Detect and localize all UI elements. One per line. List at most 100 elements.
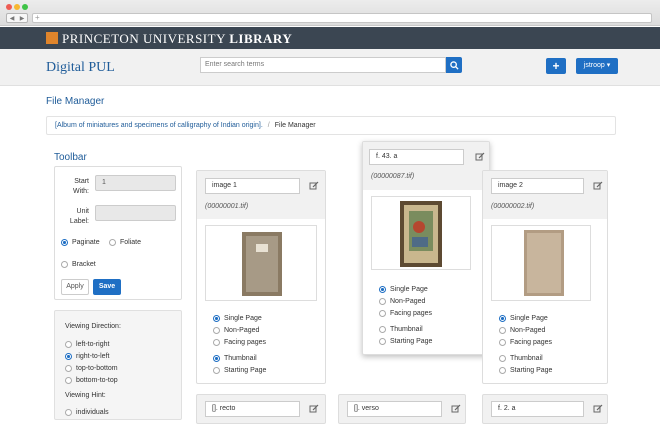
page-label-input[interactable]: image 2 — [491, 178, 584, 194]
hint-facing-option[interactable]: Facing pages — [499, 339, 552, 346]
hint-radio[interactable] — [65, 409, 72, 416]
page-label-input[interactable]: []. verso — [347, 401, 442, 417]
direction-option[interactable]: top-to-bottom — [65, 365, 118, 372]
file-name: (00000002.tif) — [491, 203, 535, 210]
starting-page-radio[interactable] — [379, 338, 386, 345]
foliate-radio[interactable] — [109, 239, 116, 246]
file-name: (00000001.tif) — [205, 203, 249, 210]
non-paged-radio[interactable] — [213, 327, 220, 334]
page-label-input[interactable]: f. 43. a — [369, 149, 464, 165]
save-button[interactable]: Save — [93, 279, 121, 295]
thumbnail-radio[interactable] — [213, 355, 220, 362]
direction-radio[interactable] — [65, 377, 72, 384]
hint-nonpaged-option[interactable]: Non-Paged — [499, 327, 545, 334]
bracket-checkbox[interactable] — [61, 261, 68, 268]
page-label-input[interactable]: f. 2. a — [491, 401, 584, 417]
thumbnail-radio[interactable] — [499, 355, 506, 362]
file-card[interactable]: []. recto — [196, 394, 326, 424]
edit-icon[interactable] — [593, 181, 603, 191]
facing-pages-label: Facing pages — [390, 310, 433, 317]
direction-option[interactable]: right-to-left — [65, 353, 109, 360]
site-title[interactable]: Digital PUL — [46, 60, 115, 76]
starting-page-option[interactable]: Starting Page — [499, 367, 552, 374]
direction-radio[interactable] — [65, 341, 72, 348]
single-page-radio[interactable] — [499, 315, 506, 322]
hint-single-option[interactable]: Single Page — [213, 315, 262, 322]
paginate-option[interactable]: Paginate — [61, 239, 100, 246]
starting-page-radio[interactable] — [499, 367, 506, 374]
foliate-option[interactable]: Foliate — [109, 239, 141, 246]
paginate-radio[interactable] — [61, 239, 68, 246]
single-page-label: Single Page — [224, 315, 262, 322]
non-paged-radio[interactable] — [499, 327, 506, 334]
single-page-radio[interactable] — [379, 286, 386, 293]
single-page-radio[interactable] — [213, 315, 220, 322]
thumbnail-frame[interactable] — [205, 225, 317, 301]
unit-label-field[interactable] — [95, 205, 176, 221]
edit-icon[interactable] — [475, 152, 485, 162]
toolbar-panel: Start With: 1 Unit Label: Paginate Folia… — [54, 166, 182, 300]
breadcrumb-parent-link[interactable]: [Album of miniatures and specimens of ca… — [55, 122, 263, 129]
starting-page-radio[interactable] — [213, 367, 220, 374]
edit-icon[interactable] — [451, 404, 461, 414]
direction-radio[interactable] — [65, 353, 72, 360]
direction-option[interactable]: bottom-to-top — [65, 377, 118, 384]
facing-pages-radio[interactable] — [379, 310, 386, 317]
viewing-direction-title: Viewing Direction: — [65, 323, 121, 330]
start-with-field[interactable]: 1 — [95, 175, 176, 191]
hint-single-option[interactable]: Single Page — [499, 315, 548, 322]
minimize-window-icon[interactable] — [14, 4, 20, 10]
single-page-label: Single Page — [510, 315, 548, 322]
thumbnail-image[interactable] — [492, 226, 592, 302]
edit-icon[interactable] — [309, 181, 319, 191]
page-label-input[interactable]: []. recto — [205, 401, 300, 417]
back-arrow-icon[interactable]: ◀ — [10, 15, 15, 22]
thumbnail-image[interactable] — [206, 226, 318, 302]
direction-option[interactable]: left-to-right — [65, 341, 109, 348]
direction-label: left-to-right — [76, 341, 110, 348]
file-card[interactable]: []. verso — [338, 394, 466, 424]
thumbnail-image[interactable] — [372, 197, 472, 271]
thumbnail-option[interactable]: Thumbnail — [379, 326, 423, 333]
facing-pages-radio[interactable] — [213, 339, 220, 346]
hint-facing-option[interactable]: Facing pages — [379, 310, 432, 317]
address-bar[interactable]: + — [32, 13, 652, 23]
search-button[interactable] — [446, 57, 462, 73]
page-label-input[interactable]: image 1 — [205, 178, 300, 194]
direction-radio[interactable] — [65, 365, 72, 372]
apply-button[interactable]: Apply — [61, 279, 89, 295]
file-card[interactable]: f. 43. a (00000087.tif) Single Page Non-… — [362, 141, 490, 355]
hint-option[interactable]: individuals — [65, 409, 109, 416]
add-button[interactable]: + — [546, 58, 566, 74]
non-paged-radio[interactable] — [379, 298, 386, 305]
file-card[interactable]: image 2 (00000002.tif) Single Page Non-P… — [482, 170, 608, 384]
breadcrumb-separator: / — [267, 122, 270, 129]
thumbnail-option[interactable]: Thumbnail — [213, 355, 257, 362]
thumbnail-radio[interactable] — [379, 326, 386, 333]
thumbnail-frame[interactable] — [491, 225, 591, 301]
thumbnail-label: Thumbnail — [510, 355, 543, 362]
facing-pages-radio[interactable] — [499, 339, 506, 346]
file-card[interactable]: f. 2. a — [482, 394, 608, 424]
close-window-icon[interactable] — [6, 4, 12, 10]
bracket-option[interactable]: Bracket — [61, 261, 96, 268]
thumbnail-label: Thumbnail — [390, 326, 423, 333]
forward-arrow-icon[interactable]: ▶ — [20, 15, 25, 22]
hint-nonpaged-option[interactable]: Non-Paged — [379, 298, 425, 305]
new-tab-icon[interactable]: + — [35, 13, 40, 22]
search-input[interactable]: Enter search terms — [200, 57, 446, 73]
thumbnail-frame[interactable] — [371, 196, 471, 270]
browser-nav-buttons[interactable]: ◀ ▶ — [6, 13, 28, 23]
user-menu-button[interactable]: jstroop ▾ — [576, 58, 618, 74]
hint-nonpaged-option[interactable]: Non-Paged — [213, 327, 259, 334]
maximize-window-icon[interactable] — [22, 4, 28, 10]
file-card[interactable]: image 1 (00000001.tif) Single Page Non-P… — [196, 170, 326, 384]
hint-facing-option[interactable]: Facing pages — [213, 339, 266, 346]
starting-page-option[interactable]: Starting Page — [213, 367, 266, 374]
hint-single-option[interactable]: Single Page — [379, 286, 428, 293]
thumbnail-option[interactable]: Thumbnail — [499, 355, 543, 362]
library-logo[interactable]: PRINCETON UNIVERSITY LIBRARY — [62, 30, 292, 48]
starting-page-option[interactable]: Starting Page — [379, 338, 432, 345]
edit-icon[interactable] — [593, 404, 603, 414]
edit-icon[interactable] — [309, 404, 319, 414]
